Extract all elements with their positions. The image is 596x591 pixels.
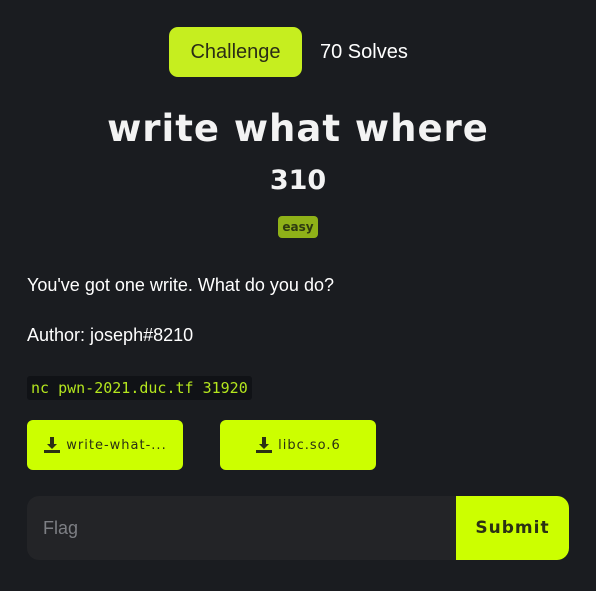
download-icon [256,437,273,453]
file-label: write-what-... [66,437,167,453]
challenge-description: You've got one write. What do you do? [27,275,334,295]
tab-solves[interactable]: 70 Solves [320,27,408,77]
challenge-author: Author: joseph#8210 [27,325,194,345]
file-label: libc.so.6 [278,437,341,453]
modal-tabs: Challenge 70 Solves [0,27,596,77]
download-icon [44,437,61,453]
flag-input[interactable] [27,496,457,560]
difficulty-badge: easy [278,216,318,238]
tab-challenge[interactable]: Challenge [169,27,302,77]
challenge-modal: Challenge 70 Solves write what where 310… [0,0,596,591]
submit-button[interactable]: Submit [456,496,569,560]
file-download-button-write-what-where[interactable]: write-what-... [27,420,183,470]
flag-submit-form: Submit [27,496,569,560]
difficulty-badge-wrapper: easy [0,216,596,238]
connection-command: nc pwn-2021.duc.tf 31920 [27,376,252,400]
challenge-title: write what where [107,107,489,150]
challenge-points: 310 [269,165,327,196]
file-download-button-libc[interactable]: libc.so.6 [220,420,376,470]
